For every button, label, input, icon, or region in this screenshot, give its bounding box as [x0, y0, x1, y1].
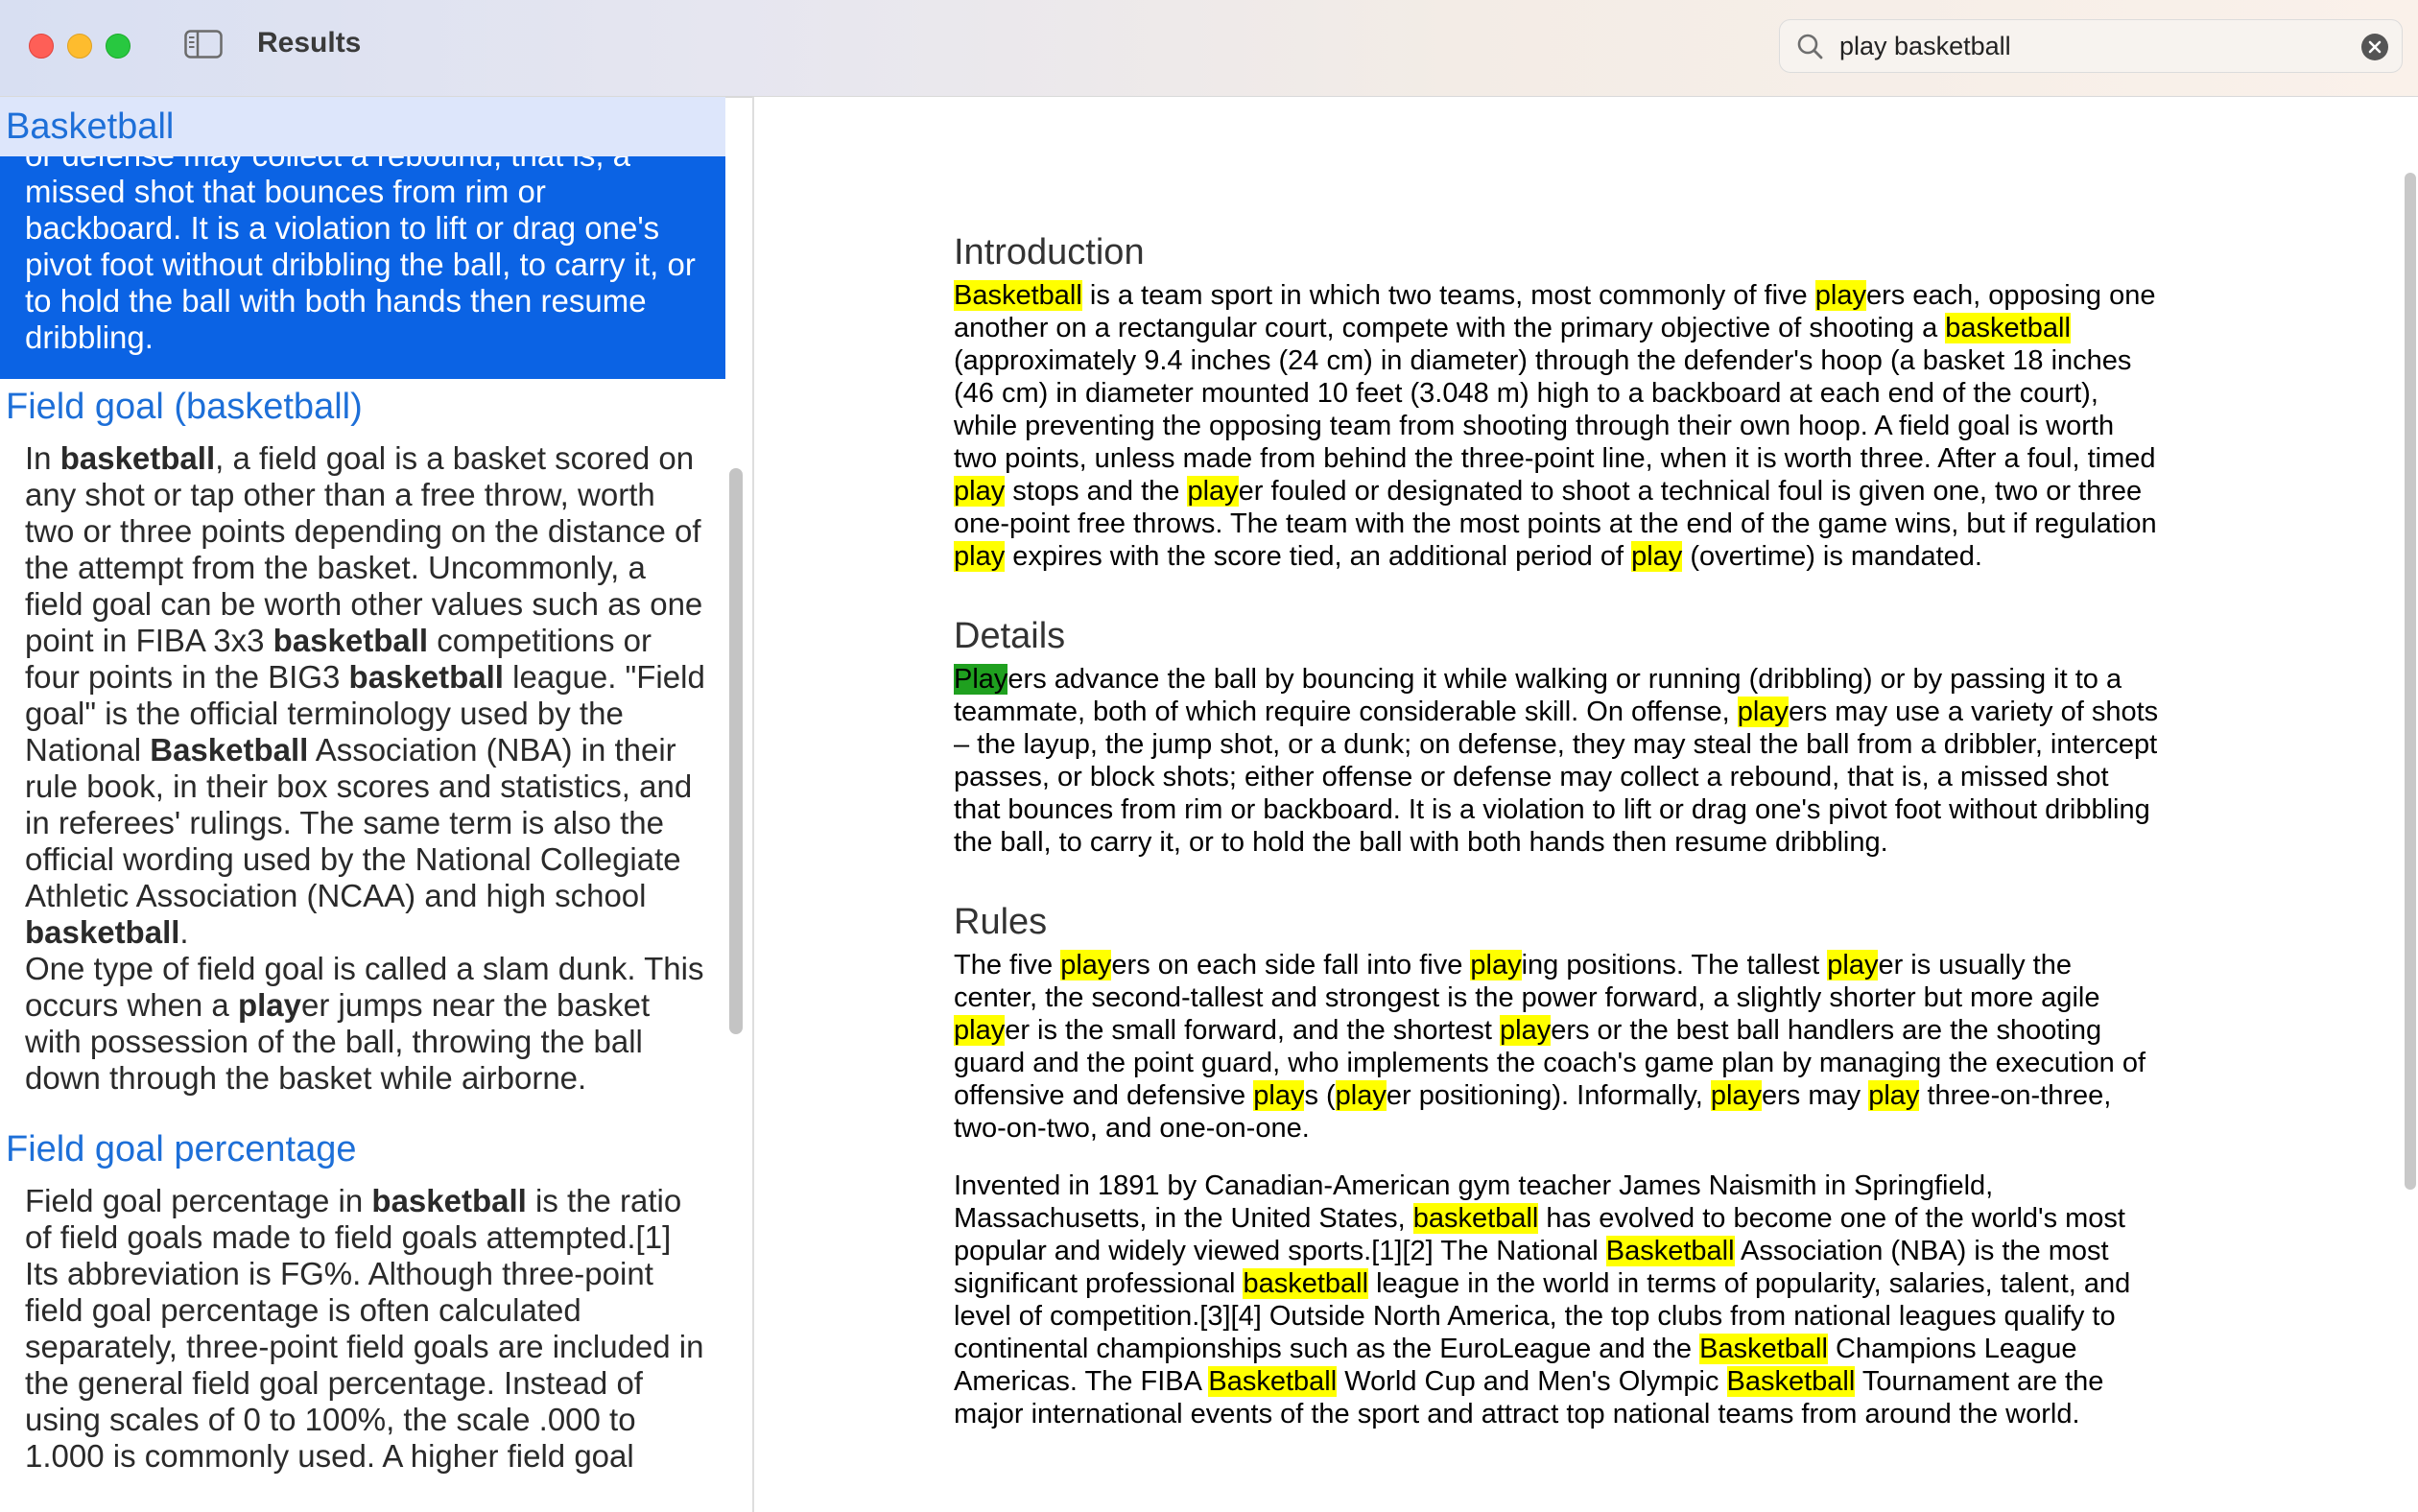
matched-term: basketball	[273, 623, 429, 658]
article-paragraph: Invented in 1891 by Canadian-American gy…	[954, 1169, 2163, 1430]
snippet-text: .	[179, 914, 189, 950]
section-heading: Details	[954, 616, 1066, 656]
search-highlight: play	[1470, 950, 1522, 980]
article-paragraph: Players advance the ball by bouncing it …	[954, 663, 2163, 859]
article-paragraph: The five players on each side fall into …	[954, 949, 2163, 1145]
article-text: The five	[954, 950, 1061, 980]
result-snippet: Field goal percentage in basketball is t…	[0, 1177, 725, 1500]
window-minimize-button[interactable]	[67, 34, 92, 59]
search-highlight: play	[954, 1015, 1006, 1046]
search-field[interactable]	[1779, 19, 2403, 73]
search-input[interactable]	[1830, 28, 2348, 64]
search-highlight: basketball	[1945, 313, 2071, 343]
search-highlight: play	[1187, 476, 1239, 507]
search-highlight: play	[1631, 541, 1683, 572]
article-text: er is the small forward, and the shortes…	[1005, 1015, 1500, 1046]
search-highlight: Basketball	[1605, 1236, 1735, 1266]
search-highlight: basketball	[1243, 1268, 1369, 1299]
article-text: (overtime) is mandated.	[1682, 541, 1982, 572]
article-text: ers on each side fall into five	[1111, 950, 1471, 980]
current-match-highlight: Play	[954, 664, 1008, 695]
search-highlight: play	[1253, 1080, 1305, 1111]
search-highlight: Basketball	[1726, 1366, 1856, 1397]
result-title[interactable]: Field goal percentage	[0, 1122, 725, 1177]
article-text: ing positions. The tallest	[1521, 950, 1828, 980]
snippet-text: Field goal percentage in	[25, 1183, 372, 1218]
search-highlight: play	[1060, 950, 1112, 980]
result-snippet: In basketball, a field goal is a basket …	[0, 435, 725, 1122]
result-item[interactable]: Field goal percentage Field goal percenta…	[0, 1122, 725, 1500]
search-highlight: play	[1710, 1080, 1763, 1111]
clear-search-icon[interactable]	[2361, 34, 2388, 60]
window-zoom-button[interactable]	[106, 34, 130, 59]
window-title: Results	[257, 27, 362, 59]
search-icon	[1795, 32, 1826, 62]
article-text: ers may	[1762, 1080, 1869, 1111]
sidebar-toggle-icon[interactable]	[184, 30, 223, 59]
result-title[interactable]: Field goal (basketball)	[0, 379, 725, 435]
article-content: Introduction Basketball is a team sport i…	[954, 231, 2163, 1473]
article-text: stops and the	[1005, 476, 1188, 507]
search-highlight: play	[1335, 1080, 1387, 1111]
results-sidebar[interactable]: Basketballintercept passes, or block sho…	[0, 97, 725, 1512]
search-highlight: basketball	[1412, 1203, 1539, 1234]
snippet-text: In	[25, 440, 60, 476]
article-scrollbar[interactable]	[2405, 173, 2416, 1190]
sidebar-scrollbar[interactable]	[729, 468, 743, 1034]
matched-term: play	[237, 987, 301, 1023]
article-text: er positioning). Informally,	[1386, 1080, 1711, 1111]
matched-term: basketball	[348, 659, 504, 695]
article-text: expires with the score tied, an addition…	[1005, 541, 1632, 572]
window-close-button[interactable]	[29, 34, 54, 59]
article-text: s (	[1304, 1080, 1336, 1111]
search-highlight: play	[1737, 697, 1789, 727]
article-view: Introduction Basketball is a team sport i…	[754, 97, 2418, 1512]
search-highlight: play	[1827, 950, 1879, 980]
search-highlight: play	[1814, 280, 1866, 311]
article-text: World Cup and Men's Olympic	[1337, 1366, 1727, 1397]
article-paragraph: Basketball is a team sport in which two …	[954, 279, 2163, 573]
matched-term: basketball	[371, 1183, 527, 1218]
article-text: is a team sport in which two teams, most…	[1081, 280, 1815, 311]
result-item[interactable]: Field goal (basketball) In basketball, a …	[0, 379, 725, 1122]
section-heading: Rules	[954, 902, 1048, 942]
sticky-result-header[interactable]: Basketball	[0, 97, 725, 156]
search-highlight: Basketball	[954, 280, 1082, 311]
title-bar: Results	[0, 0, 2418, 98]
search-highlight: play	[954, 476, 1006, 507]
matched-term: basketball	[25, 914, 180, 950]
search-highlight: play	[1868, 1080, 1920, 1111]
section-heading: Introduction	[954, 232, 1145, 272]
search-highlight: Basketball	[1699, 1334, 1828, 1364]
results-list: Basketballintercept passes, or block sho…	[0, 97, 725, 1500]
matched-term: Basketball	[150, 732, 309, 768]
search-highlight: play	[1500, 1015, 1552, 1046]
snippet-text: is the ratio of field goals made to fiel…	[25, 1183, 704, 1474]
search-highlight: play	[954, 541, 1006, 572]
article-text: (approximately 9.4 inches (24 cm) in dia…	[954, 345, 2156, 474]
matched-term: basketball	[59, 440, 216, 476]
search-highlight: Basketball	[1208, 1366, 1338, 1397]
